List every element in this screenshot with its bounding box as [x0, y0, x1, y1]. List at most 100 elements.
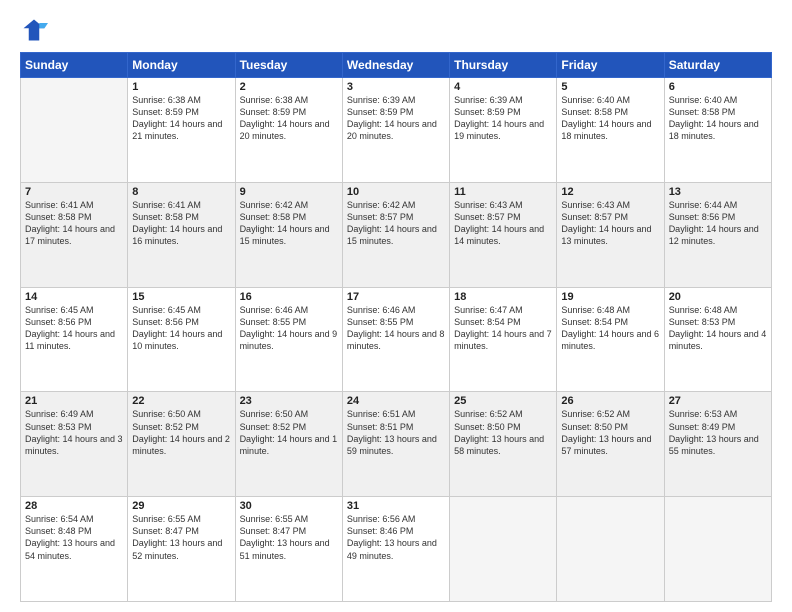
day-number: 30 — [240, 500, 338, 512]
calendar-day-cell: 19Sunrise: 6:48 AMSunset: 8:54 PMDayligh… — [557, 287, 664, 392]
calendar-table: SundayMondayTuesdayWednesdayThursdayFrid… — [20, 52, 772, 602]
day-content: Sunrise: 6:48 AMSunset: 8:53 PMDaylight:… — [669, 304, 767, 353]
day-number: 27 — [669, 395, 767, 407]
day-number: 4 — [454, 81, 552, 93]
logo — [20, 16, 52, 44]
calendar-day-cell: 28Sunrise: 6:54 AMSunset: 8:48 PMDayligh… — [21, 497, 128, 602]
calendar-header-cell: Monday — [128, 53, 235, 78]
day-number: 21 — [25, 395, 123, 407]
calendar-day-cell: 27Sunrise: 6:53 AMSunset: 8:49 PMDayligh… — [664, 392, 771, 497]
calendar-day-cell — [664, 497, 771, 602]
calendar-day-cell — [450, 497, 557, 602]
calendar-day-cell: 10Sunrise: 6:42 AMSunset: 8:57 PMDayligh… — [342, 182, 449, 287]
calendar-header-cell: Friday — [557, 53, 664, 78]
calendar-day-cell — [557, 497, 664, 602]
day-number: 6 — [669, 81, 767, 93]
calendar-day-cell: 7Sunrise: 6:41 AMSunset: 8:58 PMDaylight… — [21, 182, 128, 287]
day-number: 29 — [132, 500, 230, 512]
day-number: 19 — [561, 291, 659, 303]
day-content: Sunrise: 6:49 AMSunset: 8:53 PMDaylight:… — [25, 408, 123, 457]
calendar-day-cell: 30Sunrise: 6:55 AMSunset: 8:47 PMDayligh… — [235, 497, 342, 602]
day-content: Sunrise: 6:55 AMSunset: 8:47 PMDaylight:… — [240, 513, 338, 562]
day-number: 13 — [669, 186, 767, 198]
day-content: Sunrise: 6:50 AMSunset: 8:52 PMDaylight:… — [240, 408, 338, 457]
day-number: 20 — [669, 291, 767, 303]
day-content: Sunrise: 6:46 AMSunset: 8:55 PMDaylight:… — [347, 304, 445, 353]
calendar-day-cell: 17Sunrise: 6:46 AMSunset: 8:55 PMDayligh… — [342, 287, 449, 392]
calendar-day-cell: 26Sunrise: 6:52 AMSunset: 8:50 PMDayligh… — [557, 392, 664, 497]
calendar-day-cell: 23Sunrise: 6:50 AMSunset: 8:52 PMDayligh… — [235, 392, 342, 497]
day-number: 24 — [347, 395, 445, 407]
day-number: 28 — [25, 500, 123, 512]
day-content: Sunrise: 6:40 AMSunset: 8:58 PMDaylight:… — [669, 94, 767, 143]
day-content: Sunrise: 6:40 AMSunset: 8:58 PMDaylight:… — [561, 94, 659, 143]
day-number: 18 — [454, 291, 552, 303]
day-content: Sunrise: 6:42 AMSunset: 8:58 PMDaylight:… — [240, 199, 338, 248]
header — [20, 16, 772, 44]
calendar-day-cell: 20Sunrise: 6:48 AMSunset: 8:53 PMDayligh… — [664, 287, 771, 392]
day-content: Sunrise: 6:45 AMSunset: 8:56 PMDaylight:… — [25, 304, 123, 353]
day-number: 31 — [347, 500, 445, 512]
day-content: Sunrise: 6:56 AMSunset: 8:46 PMDaylight:… — [347, 513, 445, 562]
calendar-week-row: 21Sunrise: 6:49 AMSunset: 8:53 PMDayligh… — [21, 392, 772, 497]
calendar-day-cell: 9Sunrise: 6:42 AMSunset: 8:58 PMDaylight… — [235, 182, 342, 287]
day-content: Sunrise: 6:38 AMSunset: 8:59 PMDaylight:… — [132, 94, 230, 143]
day-number: 8 — [132, 186, 230, 198]
day-content: Sunrise: 6:39 AMSunset: 8:59 PMDaylight:… — [347, 94, 445, 143]
day-number: 16 — [240, 291, 338, 303]
day-content: Sunrise: 6:44 AMSunset: 8:56 PMDaylight:… — [669, 199, 767, 248]
logo-icon — [20, 16, 48, 44]
day-content: Sunrise: 6:41 AMSunset: 8:58 PMDaylight:… — [132, 199, 230, 248]
calendar-day-cell: 12Sunrise: 6:43 AMSunset: 8:57 PMDayligh… — [557, 182, 664, 287]
day-number: 1 — [132, 81, 230, 93]
day-content: Sunrise: 6:39 AMSunset: 8:59 PMDaylight:… — [454, 94, 552, 143]
day-content: Sunrise: 6:38 AMSunset: 8:59 PMDaylight:… — [240, 94, 338, 143]
calendar-week-row: 28Sunrise: 6:54 AMSunset: 8:48 PMDayligh… — [21, 497, 772, 602]
day-number: 23 — [240, 395, 338, 407]
calendar-day-cell: 31Sunrise: 6:56 AMSunset: 8:46 PMDayligh… — [342, 497, 449, 602]
calendar-day-cell: 24Sunrise: 6:51 AMSunset: 8:51 PMDayligh… — [342, 392, 449, 497]
calendar-day-cell: 25Sunrise: 6:52 AMSunset: 8:50 PMDayligh… — [450, 392, 557, 497]
calendar-header-cell: Wednesday — [342, 53, 449, 78]
calendar-day-cell: 6Sunrise: 6:40 AMSunset: 8:58 PMDaylight… — [664, 78, 771, 183]
day-number: 12 — [561, 186, 659, 198]
day-number: 17 — [347, 291, 445, 303]
day-content: Sunrise: 6:52 AMSunset: 8:50 PMDaylight:… — [454, 408, 552, 457]
day-content: Sunrise: 6:45 AMSunset: 8:56 PMDaylight:… — [132, 304, 230, 353]
day-content: Sunrise: 6:47 AMSunset: 8:54 PMDaylight:… — [454, 304, 552, 353]
day-content: Sunrise: 6:41 AMSunset: 8:58 PMDaylight:… — [25, 199, 123, 248]
day-content: Sunrise: 6:43 AMSunset: 8:57 PMDaylight:… — [561, 199, 659, 248]
day-number: 26 — [561, 395, 659, 407]
calendar-day-cell: 1Sunrise: 6:38 AMSunset: 8:59 PMDaylight… — [128, 78, 235, 183]
calendar-day-cell: 4Sunrise: 6:39 AMSunset: 8:59 PMDaylight… — [450, 78, 557, 183]
calendar-week-row: 14Sunrise: 6:45 AMSunset: 8:56 PMDayligh… — [21, 287, 772, 392]
day-content: Sunrise: 6:53 AMSunset: 8:49 PMDaylight:… — [669, 408, 767, 457]
day-content: Sunrise: 6:52 AMSunset: 8:50 PMDaylight:… — [561, 408, 659, 457]
day-content: Sunrise: 6:46 AMSunset: 8:55 PMDaylight:… — [240, 304, 338, 353]
calendar-header-cell: Tuesday — [235, 53, 342, 78]
day-content: Sunrise: 6:51 AMSunset: 8:51 PMDaylight:… — [347, 408, 445, 457]
page: SundayMondayTuesdayWednesdayThursdayFrid… — [0, 0, 792, 612]
calendar-header-cell: Thursday — [450, 53, 557, 78]
calendar-day-cell: 5Sunrise: 6:40 AMSunset: 8:58 PMDaylight… — [557, 78, 664, 183]
day-content: Sunrise: 6:55 AMSunset: 8:47 PMDaylight:… — [132, 513, 230, 562]
day-content: Sunrise: 6:48 AMSunset: 8:54 PMDaylight:… — [561, 304, 659, 353]
day-number: 14 — [25, 291, 123, 303]
calendar-day-cell: 8Sunrise: 6:41 AMSunset: 8:58 PMDaylight… — [128, 182, 235, 287]
day-content: Sunrise: 6:54 AMSunset: 8:48 PMDaylight:… — [25, 513, 123, 562]
day-content: Sunrise: 6:42 AMSunset: 8:57 PMDaylight:… — [347, 199, 445, 248]
day-number: 25 — [454, 395, 552, 407]
day-number: 2 — [240, 81, 338, 93]
day-number: 5 — [561, 81, 659, 93]
calendar-header-cell: Saturday — [664, 53, 771, 78]
calendar-day-cell — [21, 78, 128, 183]
calendar-day-cell: 2Sunrise: 6:38 AMSunset: 8:59 PMDaylight… — [235, 78, 342, 183]
calendar-day-cell: 21Sunrise: 6:49 AMSunset: 8:53 PMDayligh… — [21, 392, 128, 497]
calendar-day-cell: 15Sunrise: 6:45 AMSunset: 8:56 PMDayligh… — [128, 287, 235, 392]
day-number: 3 — [347, 81, 445, 93]
calendar-day-cell: 18Sunrise: 6:47 AMSunset: 8:54 PMDayligh… — [450, 287, 557, 392]
calendar-day-cell: 22Sunrise: 6:50 AMSunset: 8:52 PMDayligh… — [128, 392, 235, 497]
day-number: 7 — [25, 186, 123, 198]
calendar-day-cell: 13Sunrise: 6:44 AMSunset: 8:56 PMDayligh… — [664, 182, 771, 287]
calendar-header-cell: Sunday — [21, 53, 128, 78]
